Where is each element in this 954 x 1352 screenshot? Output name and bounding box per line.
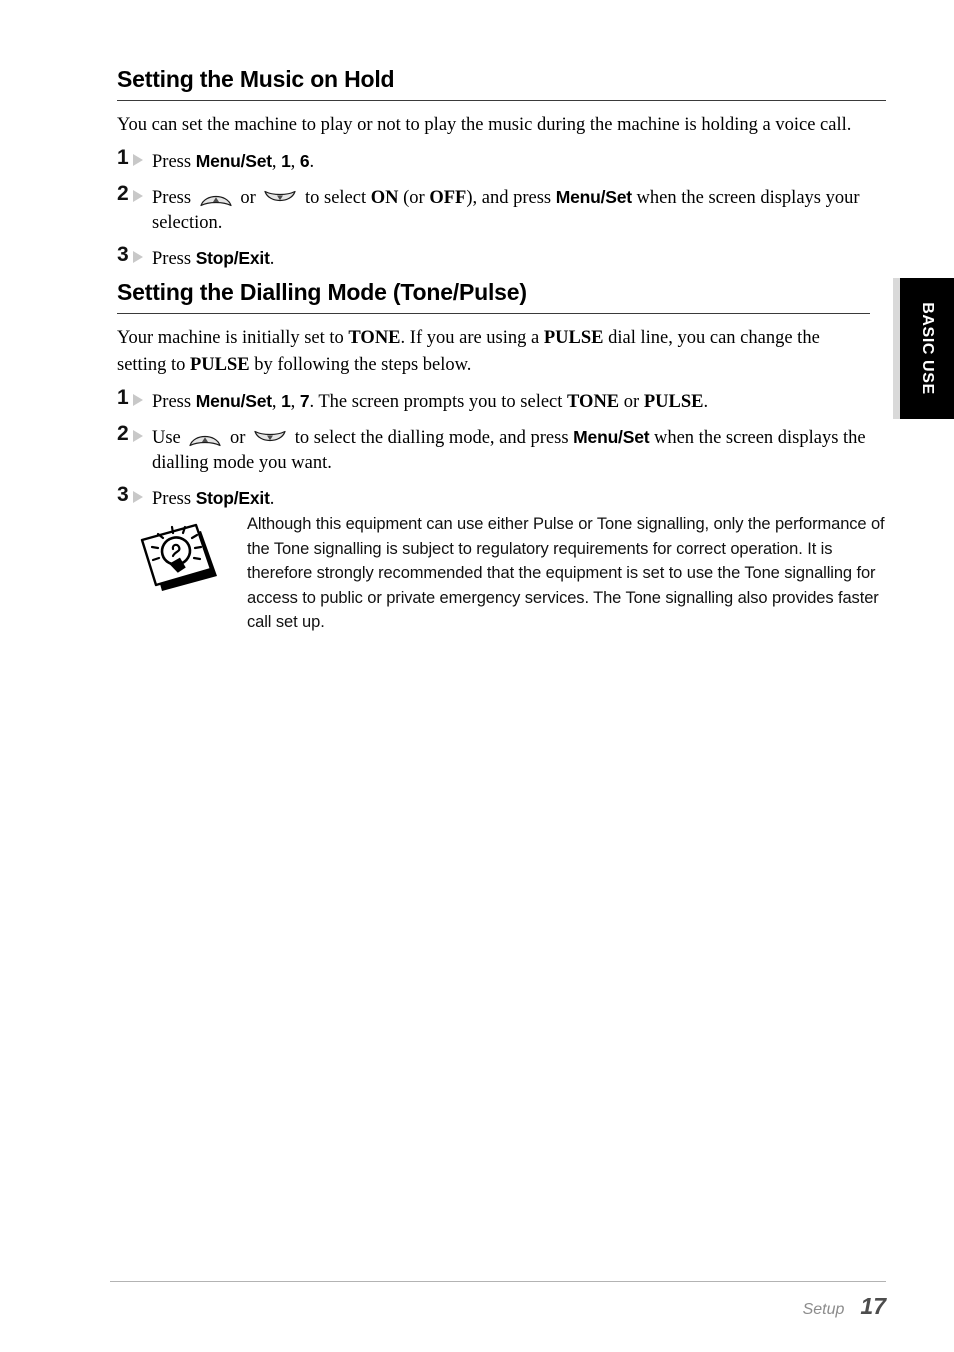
key-name: Stop/Exit	[195, 488, 270, 508]
page-footer: Setup 17	[110, 1281, 886, 1320]
step-marker-triangle-icon	[133, 394, 143, 406]
section-intro: Your machine is initially set to TONE. I…	[117, 328, 820, 375]
key-name: Menu/Set	[195, 391, 272, 411]
step-number: 2	[117, 182, 129, 205]
literal-value: PULSE	[543, 328, 604, 348]
literal-value: ON	[370, 188, 399, 208]
step-item: 1 Press Menu/Set, 1, 7. The screen prompt…	[117, 386, 870, 415]
side-tab-basic-use: BASIC USE	[893, 278, 954, 419]
tip-note-text: Although this equipment can use either P…	[247, 515, 885, 632]
key-name: Stop/Exit	[195, 248, 270, 268]
key-name: 1	[281, 391, 291, 411]
step-list: 1 Press Menu/Set, 1, 6. 2 Press or to selec…	[117, 146, 886, 272]
step-item: 2 Use or to select the dialling mode, and…	[117, 422, 870, 476]
heading-rule	[117, 313, 870, 314]
side-tab-label: BASIC USE	[919, 302, 936, 395]
step-number: 3	[117, 243, 129, 266]
footer-chapter-label: Setup	[802, 1301, 845, 1318]
step-number: 2	[117, 422, 129, 445]
literal-value: TONE	[567, 392, 620, 412]
key-name: Menu/Set	[555, 187, 632, 207]
page-canvas: BASIC USE Setting the Music on Hold You …	[0, 0, 954, 1352]
footer-page-number: 17	[860, 1293, 886, 1319]
step-number: 1	[117, 386, 129, 409]
down-arrow-key-icon	[263, 189, 297, 208]
side-tab-gutter	[893, 278, 900, 419]
step-item: 1 Press Menu/Set, 1, 6.	[117, 146, 886, 175]
step-number: 1	[117, 146, 129, 169]
up-arrow-key-icon	[188, 429, 222, 448]
literal-value: OFF	[429, 188, 467, 208]
down-arrow-key-icon	[253, 429, 287, 448]
heading-rule	[117, 100, 886, 101]
key-name: 7	[299, 391, 310, 411]
step-text: Press Stop/Exit.	[152, 248, 275, 269]
tip-note-box: Although this equipment can use either P…	[117, 512, 892, 635]
section-music-on-hold: Setting the Music on Hold You can set th…	[117, 66, 886, 272]
step-marker-triangle-icon	[133, 491, 143, 503]
section-title: Setting the Dialling Mode (Tone/Pulse)	[117, 279, 527, 305]
step-item: 2 Press or to select ON (or OFF), and pre…	[117, 182, 886, 236]
step-text: Press Menu/Set, 1, 6.	[152, 151, 315, 172]
lightbulb-tip-icon	[129, 518, 223, 596]
literal-value: PULSE	[189, 355, 250, 375]
step-marker-triangle-icon	[133, 154, 143, 166]
step-text: Use or to select the dialling mode, and …	[152, 427, 866, 473]
up-arrow-key-icon	[199, 189, 233, 208]
step-marker-triangle-icon	[133, 251, 143, 263]
step-list: 1 Press Menu/Set, 1, 7. The screen prompt…	[117, 386, 870, 512]
section-dialling-mode: Setting the Dialling Mode (Tone/Pulse) Y…	[117, 279, 870, 512]
step-item: 3 Press Stop/Exit.	[117, 243, 886, 272]
step-text: Press Menu/Set, 1, 7. The screen prompts…	[152, 391, 709, 412]
step-marker-triangle-icon	[133, 190, 143, 202]
step-number: 3	[117, 483, 129, 506]
section-intro: You can set the machine to play or not t…	[117, 115, 852, 135]
step-item: 3 Press Stop/Exit.	[117, 483, 870, 512]
step-marker-triangle-icon	[133, 430, 143, 442]
key-name: Menu/Set	[195, 151, 272, 171]
key-name: 6	[299, 151, 310, 171]
step-text: Press or to select ON (or OFF), and pres…	[152, 187, 860, 233]
page-title: Setting the Music on Hold	[117, 66, 395, 92]
literal-value: TONE	[348, 328, 401, 348]
literal-value: PULSE	[643, 392, 704, 412]
key-name: 1	[281, 151, 291, 171]
key-name: Menu/Set	[573, 427, 650, 447]
step-text: Press Stop/Exit.	[152, 488, 275, 509]
